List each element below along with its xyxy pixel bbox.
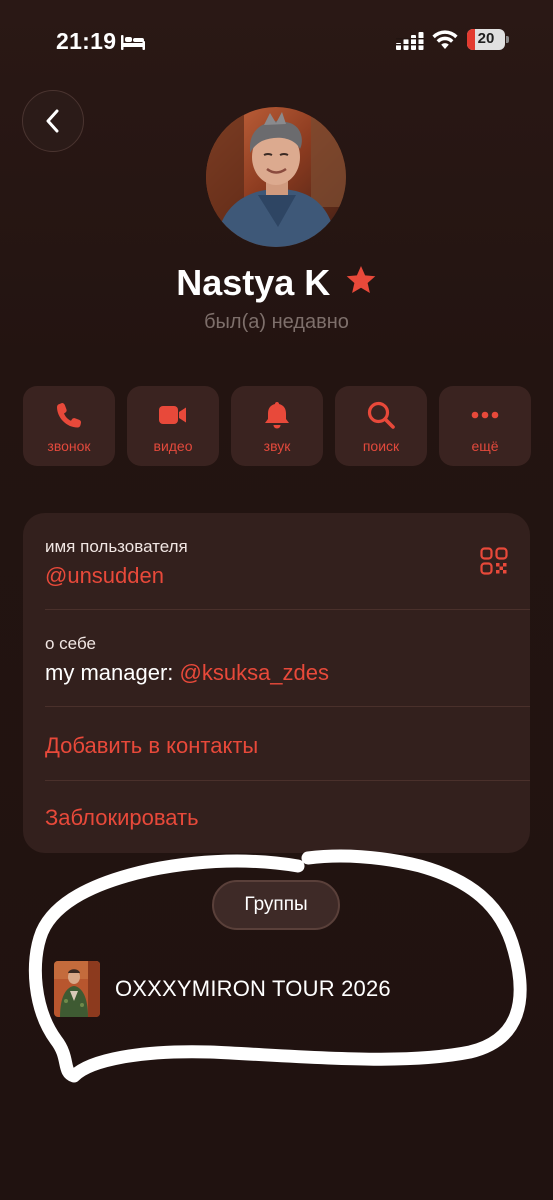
signal-icon (396, 32, 424, 50)
groups-tab[interactable]: Группы (212, 880, 340, 930)
profile-name-row: Nastya K (0, 262, 553, 304)
action-bar: звонок видео звук поиск ещё (23, 386, 531, 466)
bed-icon (121, 35, 145, 50)
status-time: 21:19 (56, 28, 117, 54)
star-icon[interactable] (345, 264, 377, 296)
search-icon (367, 401, 395, 429)
group-name: OXXXYMIRON TOUR 2026 (115, 976, 391, 1001)
battery-indicator: 20 (467, 29, 505, 50)
bell-icon (265, 402, 289, 429)
call-label: звонок (47, 438, 91, 454)
bio-value: my manager: @ksuksa_zdes (45, 660, 508, 686)
profile-screen: 21:19 20 Nastya K был(а) недавно звонок … (0, 0, 553, 1200)
profile-name: Nastya K (176, 262, 331, 303)
back-button[interactable] (22, 90, 84, 152)
divider (45, 780, 530, 781)
divider (45, 609, 530, 610)
bio-prefix: my manager: (45, 660, 180, 685)
more-button[interactable]: ещё (439, 386, 531, 466)
wifi-icon (432, 30, 458, 49)
bio-caption: о себе (45, 634, 96, 653)
status-bar: 21:19 20 (0, 0, 553, 80)
phone-icon (57, 403, 82, 428)
battery-nub (506, 36, 509, 43)
sound-label: звук (263, 438, 291, 454)
video-label: видео (153, 438, 193, 454)
search-button[interactable]: поиск (335, 386, 427, 466)
group-avatar-image (54, 961, 100, 1017)
video-button[interactable]: видео (127, 386, 219, 466)
more-icon (471, 411, 499, 419)
bio-row: о себе my manager: @ksuksa_zdes (45, 634, 508, 686)
bio-mention-link[interactable]: @ksuksa_zdes (180, 660, 330, 685)
add-contact-button[interactable]: Добавить в контакты (45, 733, 258, 759)
block-button[interactable]: Заблокировать (45, 805, 199, 831)
chevron-left-icon (46, 109, 59, 133)
divider (45, 706, 530, 707)
group-avatar (54, 961, 100, 1017)
username-row[interactable]: имя пользователя @unsudden (45, 537, 508, 589)
battery-level: 20 (477, 30, 495, 47)
group-list-item[interactable]: OXXXYMIRON TOUR 2026 (54, 961, 391, 1017)
more-label: ещё (471, 438, 499, 454)
username-caption: имя пользователя (45, 537, 188, 556)
avatar-photo (206, 107, 346, 247)
sound-button[interactable]: звук (231, 386, 323, 466)
username-value[interactable]: @unsudden (45, 563, 508, 589)
video-camera-icon (159, 406, 186, 424)
avatar[interactable] (206, 107, 346, 247)
call-button[interactable]: звонок (23, 386, 115, 466)
last-seen-status: был(а) недавно (204, 311, 349, 333)
search-label: поиск (362, 438, 400, 454)
qr-code-icon[interactable] (480, 547, 508, 575)
info-card: имя пользователя @unsudden о себе my man… (23, 513, 530, 853)
